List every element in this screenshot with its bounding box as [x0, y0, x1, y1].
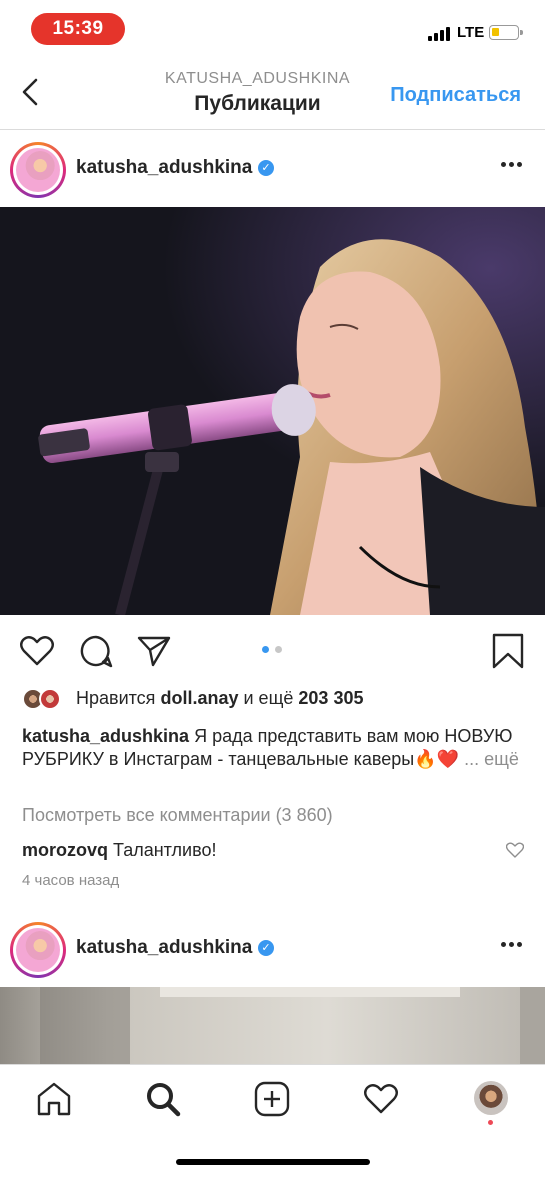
follow-button[interactable]: Подписаться	[390, 84, 521, 107]
post-photo[interactable]	[0, 207, 545, 615]
notification-dot	[488, 1120, 493, 1125]
signal-strength-icon	[428, 27, 450, 41]
post-timestamp: 4 часов назад	[22, 872, 120, 889]
status-time[interactable]: 15:39	[31, 13, 125, 45]
more-horizontal-icon[interactable]	[501, 162, 523, 168]
view-all-comments-link[interactable]: Посмотреть все комментарии (3 860)	[22, 805, 333, 826]
liker-avatar	[39, 688, 61, 710]
home-indicator[interactable]	[176, 1159, 370, 1165]
likes-summary[interactable]: Нравится doll.anay и ещё 203 305	[22, 688, 522, 712]
search-icon[interactable]	[145, 1081, 181, 1117]
likes-text: Нравится doll.anay и ещё 203 305	[76, 688, 363, 709]
comment-username[interactable]: morozovq	[22, 840, 108, 860]
verified-badge-icon: ✓	[258, 940, 274, 956]
post-actions	[0, 615, 545, 685]
battery-icon	[489, 25, 523, 40]
likes-middle: и ещё	[243, 688, 294, 708]
share-icon[interactable]	[136, 633, 172, 669]
home-icon[interactable]	[36, 1081, 72, 1117]
status-bar: 15:39 LTE	[0, 0, 545, 56]
next-post-header: katusha_adushkina ✓	[0, 910, 545, 986]
comment-text: Талантливо!	[113, 840, 217, 860]
profile-avatar[interactable]	[474, 1081, 508, 1115]
navigation-header: KATUSHA_ADUSHKINA Публикации Подписаться	[0, 56, 545, 130]
next-post-username[interactable]: katusha_adushkina	[76, 937, 252, 959]
comment-icon[interactable]	[78, 633, 114, 669]
battery-level	[492, 28, 500, 36]
likes-count[interactable]: 203 305	[298, 688, 363, 708]
comment-item: morozovq Талантливо!	[22, 840, 216, 861]
caption-username[interactable]: katusha_adushkina	[22, 726, 189, 746]
post-header: katusha_adushkina ✓	[0, 130, 545, 206]
post-caption: katusha_adushkina Я рада представить вам…	[22, 725, 527, 771]
bookmark-icon[interactable]	[490, 633, 526, 669]
caption-more-link[interactable]: ... ещё	[464, 749, 519, 769]
next-post-photo[interactable]	[0, 987, 545, 1065]
heart-icon[interactable]	[19, 633, 55, 669]
network-type: LTE	[457, 24, 485, 41]
activity-heart-icon[interactable]	[363, 1081, 399, 1117]
avatar[interactable]	[10, 142, 66, 198]
avatar[interactable]	[10, 922, 66, 978]
comment-like-heart-icon[interactable]	[506, 842, 524, 858]
liker-username[interactable]: doll.anay	[160, 688, 238, 708]
more-horizontal-icon[interactable]	[501, 942, 523, 948]
likes-prefix: Нравится	[76, 688, 156, 708]
verified-badge-icon: ✓	[258, 160, 274, 176]
add-post-icon[interactable]	[254, 1081, 290, 1117]
post-username[interactable]: katusha_adushkina	[76, 157, 252, 179]
